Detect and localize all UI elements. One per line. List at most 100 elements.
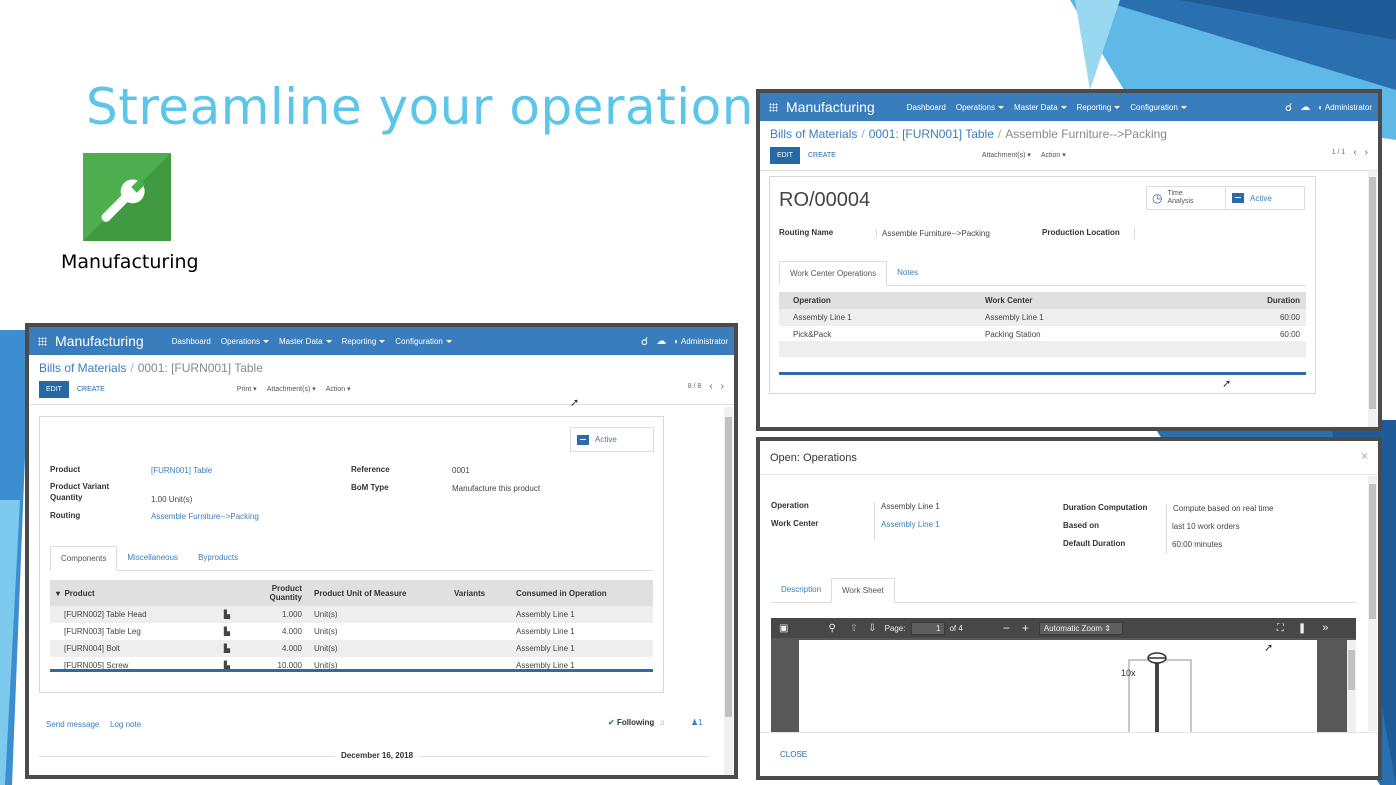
following-button[interactable]: ✔ Following (608, 718, 654, 727)
status-active-button[interactable]: Active (1225, 186, 1305, 210)
bom-scrollbar[interactable] (724, 407, 733, 775)
work-center-field[interactable]: Assembly Line 1 (874, 520, 940, 540)
followers-button[interactable]: ♟1 (691, 718, 703, 727)
table-row[interactable]: [FURN004] Bolt ▙ 4.000 Unit(s) Assembly Line… (50, 640, 653, 657)
send-message-button[interactable]: Send message (46, 720, 99, 729)
tab-miscellaneous[interactable]: Miscellaneous (117, 546, 188, 570)
action-dropdown[interactable]: Action ▾ (326, 385, 351, 393)
quantity-field[interactable]: 1.00 Unit(s) (151, 495, 192, 504)
apps-grid-icon[interactable] (38, 336, 47, 346)
button-row: EDIT CREATE Print ▾ Attachment(s) ▾ Acti… (39, 379, 724, 399)
tab-notes[interactable]: Notes (887, 261, 928, 285)
next-page-icon[interactable]: ⇩ (868, 623, 876, 634)
print-dropdown[interactable]: Print ▾ (237, 385, 257, 393)
col-quantity[interactable]: Product Quantity (236, 580, 308, 606)
table-row[interactable]: [FURN002] Table Head ▙ 1.000 Unit(s) Assembl… (50, 606, 653, 623)
prev-record-icon[interactable]: ‹ (1353, 148, 1356, 158)
edit-button[interactable]: EDIT (770, 146, 800, 164)
activity-icon[interactable]: ☌ (641, 335, 648, 348)
col-duration[interactable]: Duration (1179, 292, 1306, 309)
document-icon[interactable]: ▙ (224, 644, 230, 653)
breadcrumb-bom-link[interactable]: Bills of Materials (39, 361, 126, 375)
bell-icon[interactable]: ♫ (659, 718, 665, 727)
routing-field[interactable]: Assemble Furniture-->Packing (151, 512, 259, 521)
based-on-label: Based on (1063, 521, 1100, 530)
col-work-center[interactable]: Work Center (979, 292, 1179, 309)
next-record-icon[interactable]: › (721, 382, 724, 392)
zoom-select[interactable]: Automatic Zoom ⇕ (1038, 621, 1123, 635)
bookmark-icon[interactable]: ❚ (1298, 623, 1306, 634)
col-product[interactable]: ▾ Product (50, 580, 236, 606)
create-button[interactable]: CREATE (69, 386, 113, 393)
menu-reporting[interactable]: Reporting (342, 337, 386, 346)
status-active-button[interactable]: Active (570, 427, 654, 452)
chat-icon[interactable]: ☁ (1300, 102, 1310, 113)
user-menu[interactable]: ◐ Administrator (674, 337, 728, 346)
menu-master-data[interactable]: Master Data (1014, 103, 1067, 112)
reference-field[interactable]: 0001 (452, 466, 470, 475)
create-button[interactable]: CREATE (800, 152, 844, 159)
document-icon[interactable]: ▙ (224, 610, 230, 619)
breadcrumb-bom-link[interactable]: Bills of Materials (770, 127, 857, 141)
zoom-in-icon[interactable]: + (1022, 621, 1029, 635)
navbar-brand[interactable]: Manufacturing (55, 333, 144, 349)
edit-button[interactable]: EDIT (39, 380, 69, 398)
more-tools-icon[interactable]: » (1322, 622, 1328, 634)
table-row[interactable]: [FURN003] Table Leg ▙ 4.000 Unit(s) Assembly… (50, 623, 653, 640)
prev-page-icon[interactable]: ⇧ (850, 623, 858, 634)
col-uom[interactable]: Product Unit of Measure (308, 580, 448, 606)
pdf-scrollbar[interactable] (1347, 640, 1356, 732)
log-note-button[interactable]: Log note (110, 720, 141, 729)
navbar-brand[interactable]: Manufacturing (786, 99, 875, 115)
routing-scrollbar[interactable] (1368, 169, 1377, 427)
bom-tabs: Components Miscellaneous Byproducts (50, 546, 653, 571)
tab-work-center-operations[interactable]: Work Center Operations (779, 261, 888, 286)
action-dropdown[interactable]: Action ▾ (1041, 151, 1066, 159)
sidebar-toggle-icon[interactable]: ▣ (779, 623, 788, 634)
tab-work-sheet[interactable]: Work Sheet (831, 578, 895, 603)
menu-dashboard[interactable]: Dashboard (172, 337, 211, 346)
tab-byproducts[interactable]: Byproducts (188, 546, 248, 570)
attachments-dropdown[interactable]: Attachment(s) ▾ (982, 151, 1031, 159)
production-location-field[interactable] (1134, 227, 1135, 239)
breadcrumb-bom-record-link[interactable]: 0001: [FURN001] Table (869, 127, 994, 141)
bom-type-label: BoM Type (351, 483, 389, 492)
menu-configuration[interactable]: Configuration (395, 337, 452, 346)
activity-icon[interactable]: ☌ (1285, 101, 1292, 114)
tab-description[interactable]: Description (771, 578, 831, 602)
col-consumed-op[interactable]: Consumed in Operation (510, 580, 653, 606)
page-number-input[interactable]: 1 (911, 621, 946, 635)
menu-master-data[interactable]: Master Data (279, 337, 332, 346)
col-variants[interactable]: Variants (448, 580, 510, 606)
find-icon[interactable]: ⚲ (828, 623, 835, 634)
pager-value[interactable]: 1 / 1 (1332, 149, 1346, 157)
time-analysis-button[interactable]: ◷ Time Analysis (1146, 186, 1226, 210)
prev-record-icon[interactable]: ‹ (709, 382, 712, 392)
bom-type-field[interactable]: Manufacture this product (452, 484, 540, 493)
dialog-scrollbar[interactable] (1368, 476, 1377, 731)
operation-field[interactable]: Assembly Line 1 (874, 502, 940, 520)
table-row[interactable]: Assembly Line 1 Assembly Line 1 60:00 (779, 309, 1306, 326)
document-icon[interactable]: ▙ (224, 627, 230, 636)
close-icon[interactable]: × (1361, 449, 1368, 463)
next-record-icon[interactable]: › (1365, 148, 1368, 158)
tab-components[interactable]: Components (50, 546, 118, 571)
apps-grid-icon[interactable] (769, 102, 778, 112)
routing-name-field[interactable]: Assemble Furniture-->Packing (876, 229, 990, 238)
chat-icon[interactable]: ☁ (656, 336, 666, 347)
based-on-field[interactable]: last 10 work orders (1172, 522, 1240, 531)
menu-operations[interactable]: Operations (956, 103, 1004, 112)
fullscreen-icon[interactable]: ⛶ (1277, 623, 1284, 634)
pager-value[interactable]: 8 / 8 (688, 383, 702, 391)
attachments-dropdown[interactable]: Attachment(s) ▾ (267, 385, 316, 393)
menu-operations[interactable]: Operations (221, 337, 269, 346)
default-duration-field[interactable]: 60:00 minutes (1172, 540, 1222, 549)
menu-dashboard[interactable]: Dashboard (907, 103, 946, 112)
zoom-out-icon[interactable]: − (1003, 621, 1010, 635)
menu-configuration[interactable]: Configuration (1130, 103, 1187, 112)
col-operation[interactable]: Operation (779, 292, 979, 309)
menu-reporting[interactable]: Reporting (1077, 103, 1121, 112)
close-button[interactable]: CLOSE (780, 750, 807, 759)
product-field[interactable]: [FURN001] Table (151, 466, 212, 475)
user-menu[interactable]: ◐ Administrator (1318, 103, 1372, 112)
